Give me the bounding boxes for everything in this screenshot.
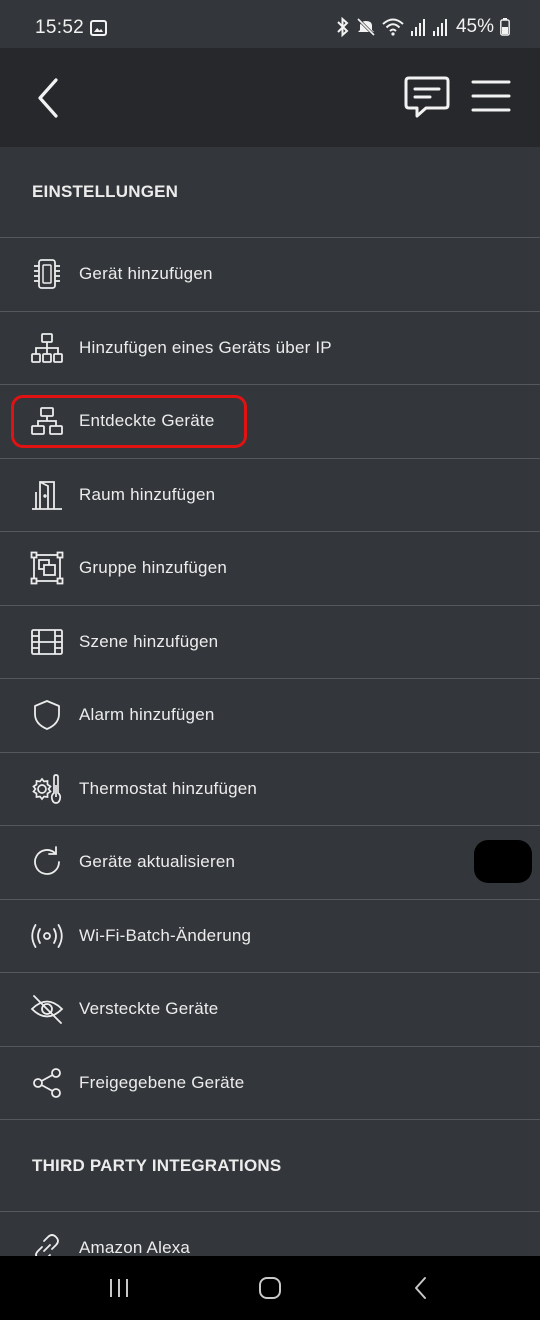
- film-icon: [30, 625, 64, 659]
- menu-item-label: Thermostat hinzufügen: [79, 778, 258, 798]
- menu-item-add-alarm[interactable]: Alarm hinzufügen: [0, 679, 540, 753]
- group-icon: [30, 551, 64, 585]
- menu-item-add-scene[interactable]: Szene hinzufügen: [0, 606, 540, 679]
- network-tree-icon: [30, 331, 64, 365]
- battery-percent: 45%: [455, 16, 494, 37]
- chat-icon: [404, 76, 450, 118]
- menu-item-add-device-ip[interactable]: Hinzufügen eines Geräts über IP: [0, 312, 540, 385]
- menu-item-label: Alarm hinzufügen: [79, 705, 215, 725]
- thermostat-icon: [30, 772, 64, 806]
- menu-item-label: Hinzufügen eines Geräts über IP: [79, 337, 332, 357]
- menu-item-label: Freigegebene Geräte: [79, 1072, 245, 1092]
- system-back-button[interactable]: [376, 1256, 466, 1320]
- menu-item-discovered-devices[interactable]: Entdeckte Geräte: [0, 385, 540, 459]
- mute-icon: [356, 17, 376, 37]
- device-chip-icon: [30, 257, 64, 291]
- back-arrow-icon: [415, 1277, 426, 1299]
- menu-item-wifi-batch[interactable]: Wi-Fi-Batch-Änderung: [0, 900, 540, 973]
- bluetooth-icon: [337, 17, 349, 37]
- recent-apps-icon: [110, 1279, 128, 1297]
- menu-item-add-device[interactable]: Gerät hinzufügen: [0, 238, 540, 312]
- home-icon: [259, 1277, 281, 1299]
- menu-item-refresh-devices[interactable]: Geräte aktualisieren: [0, 826, 540, 900]
- menu-button[interactable]: [470, 78, 512, 114]
- menu-item-hidden-devices[interactable]: Versteckte Geräte: [0, 973, 540, 1047]
- eye-off-icon: [30, 992, 64, 1026]
- broadcast-icon: [30, 919, 64, 953]
- status-time: 15:52: [35, 17, 85, 38]
- menu-item-label: Gruppe hinzufügen: [79, 558, 228, 578]
- menu-item-label: Geräte aktualisieren: [79, 852, 236, 872]
- menu-item-shared-devices[interactable]: Freigegebene Geräte: [0, 1047, 540, 1120]
- shield-icon: [30, 698, 64, 732]
- refresh-icon: [30, 845, 64, 879]
- status-icons: 45%: [336, 15, 510, 39]
- settings-list: Gerät hinzufügen Hinzufügen eines Geräts…: [0, 237, 540, 1120]
- menu-item-add-group[interactable]: Gruppe hinzufügen: [0, 532, 540, 606]
- third-party-section-title: THIRD PARTY INTEGRATIONS: [0, 1120, 540, 1212]
- floating-handle[interactable]: [474, 840, 532, 883]
- share-icon: [30, 1066, 64, 1100]
- app-header: [0, 48, 540, 147]
- menu-item-label: Gerät hinzufügen: [79, 264, 213, 284]
- chevron-left-icon: [38, 78, 58, 118]
- recent-apps-button[interactable]: [74, 1256, 164, 1320]
- menu-item-label: Szene hinzufügen: [79, 631, 219, 651]
- menu-item-label: Versteckte Geräte: [79, 999, 219, 1019]
- signal-icon: [432, 19, 447, 36]
- door-room-icon: [30, 478, 64, 512]
- status-bar: 15:52 45%: [0, 0, 540, 48]
- menu-item-add-room[interactable]: Raum hinzufügen: [0, 459, 540, 532]
- menu-item-label: Raum hinzufügen: [79, 484, 216, 504]
- wifi-icon: [382, 18, 404, 36]
- home-button[interactable]: [225, 1256, 315, 1320]
- settings-section-title: EINSTELLUNGEN: [32, 182, 179, 201]
- gallery-icon: [90, 20, 107, 36]
- settings-content: EINSTELLUNGEN Gerät hinzufügen Hinzufüge…: [0, 147, 540, 1286]
- menu-item-add-thermostat[interactable]: Thermostat hinzufügen: [0, 753, 540, 826]
- back-button[interactable]: [34, 76, 66, 120]
- menu-item-label: Entdeckte Geräte: [79, 411, 215, 431]
- network-tree-icon: [30, 404, 64, 438]
- system-nav-bar: [0, 1256, 540, 1320]
- hamburger-menu-icon: [471, 80, 511, 112]
- signal-icon: [410, 19, 425, 36]
- chat-button[interactable]: [402, 74, 452, 120]
- menu-item-label: Wi-Fi-Batch-Änderung: [79, 925, 252, 945]
- battery-icon: [500, 18, 510, 36]
